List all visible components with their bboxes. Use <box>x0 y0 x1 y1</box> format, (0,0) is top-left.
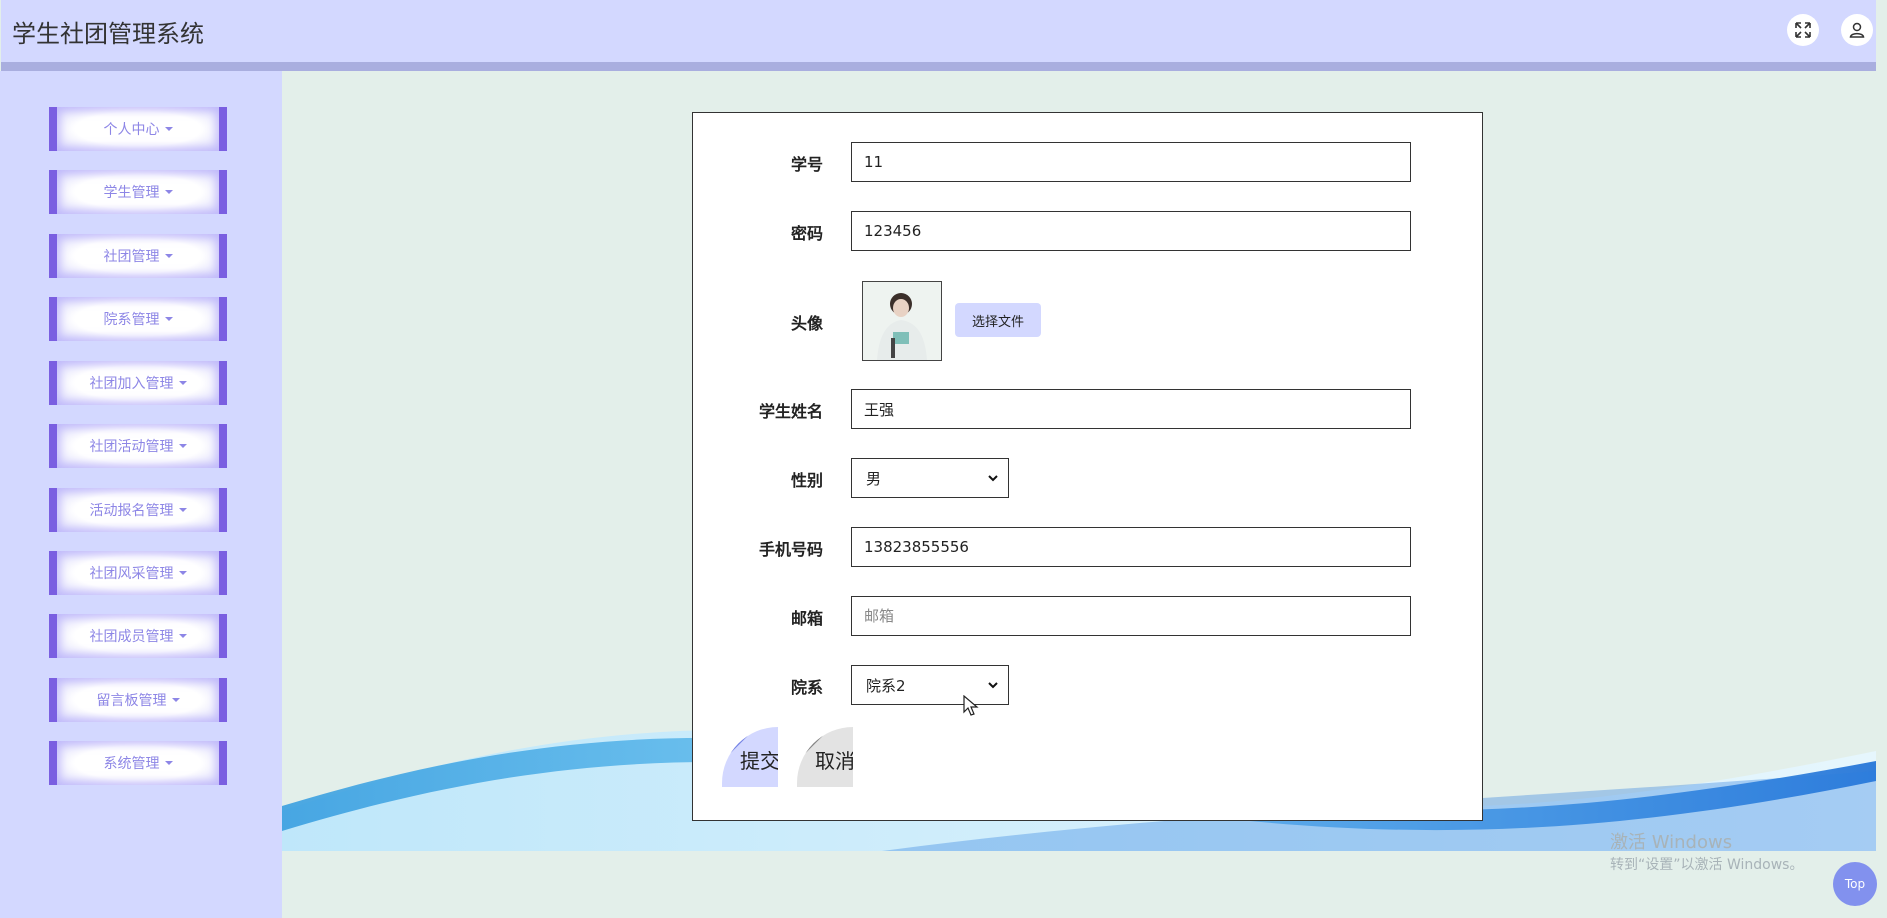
student-edit-form: 学号 密码 头像 选择文件 学生姓名 性别 男 手机号码 邮箱 院系 院系2 提… <box>692 112 1483 821</box>
sidebar-item-label: 活动报名管理 <box>89 503 174 519</box>
caret-down-icon <box>171 698 180 702</box>
password-field[interactable] <box>851 211 1411 251</box>
name-field[interactable] <box>851 389 1411 429</box>
chevron-down-icon <box>988 682 998 689</box>
sidebar-item-label: 社团风采管理 <box>89 566 174 582</box>
phone-label: 手机号码 <box>758 540 823 559</box>
cancel-button[interactable]: 取消 <box>797 727 853 787</box>
sidebar-item-personal-center[interactable]: 个人中心 <box>49 107 227 151</box>
user-menu-button[interactable] <box>1841 14 1873 46</box>
department-select-value: 院系2 <box>866 676 906 695</box>
caret-down-icon <box>164 190 173 194</box>
back-to-top-button[interactable]: Top <box>1833 862 1877 906</box>
sidebar-item-label: 院系管理 <box>103 312 160 328</box>
activation-watermark: 激活 Windows 转到“设置”以激活 Windows。 <box>1610 832 1803 876</box>
sidebar-item-students[interactable]: 学生管理 <box>49 170 227 214</box>
gender-select-value: 男 <box>866 469 882 488</box>
email-field[interactable] <box>851 596 1411 636</box>
sidebar-item-label: 系统管理 <box>103 756 160 772</box>
sidebar-item-club-join[interactable]: 社团加入管理 <box>49 361 227 405</box>
choose-file-button[interactable]: 选择文件 <box>955 303 1041 337</box>
gender-select[interactable]: 男 <box>851 458 1009 498</box>
header-divider <box>1 62 1876 71</box>
caret-down-icon <box>178 381 187 385</box>
expand-icon <box>1795 22 1811 38</box>
watermark-line1: 激活 Windows <box>1610 832 1733 853</box>
sidebar-item-departments[interactable]: 院系管理 <box>49 297 227 341</box>
sidebar-item-label: 社团管理 <box>103 249 160 265</box>
phone-field[interactable] <box>851 527 1411 567</box>
caret-down-icon <box>164 317 173 321</box>
caret-down-icon <box>178 508 187 512</box>
avatar-image <box>862 281 942 361</box>
submit-label: 提交 <box>740 749 778 773</box>
mouse-cursor-icon <box>963 695 979 716</box>
sidebar-item-label: 社团加入管理 <box>89 376 174 392</box>
caret-down-icon <box>164 254 173 258</box>
sidebar-item-club-members[interactable]: 社团成员管理 <box>49 614 227 658</box>
avatar-label: 头像 <box>790 314 823 333</box>
sidebar-item-system[interactable]: 系统管理 <box>49 741 227 785</box>
sidebar-item-message-board[interactable]: 留言板管理 <box>49 678 227 722</box>
app-title: 学生社团管理系统 <box>12 20 204 48</box>
sidebar-item-label: 留言板管理 <box>96 693 167 709</box>
caret-down-icon <box>178 634 187 638</box>
student-id-label: 学号 <box>790 155 823 174</box>
sidebar-item-label: 个人中心 <box>103 122 160 138</box>
caret-down-icon <box>164 761 173 765</box>
caret-down-icon <box>178 444 187 448</box>
sidebar-item-activity-signup[interactable]: 活动报名管理 <box>49 488 227 532</box>
sidebar-item-club-activities[interactable]: 社团活动管理 <box>49 424 227 468</box>
top-header: 学生社团管理系统 <box>1 0 1876 62</box>
user-icon <box>1849 22 1865 38</box>
department-label: 院系 <box>790 678 823 697</box>
name-label: 学生姓名 <box>758 402 823 421</box>
password-label: 密码 <box>790 224 823 243</box>
watermark-line2: 转到“设置”以激活 Windows。 <box>1610 857 1804 873</box>
sidebar-item-club-showcase[interactable]: 社团风采管理 <box>49 551 227 595</box>
sidebar-item-clubs[interactable]: 社团管理 <box>49 234 227 278</box>
sidebar-item-label: 学生管理 <box>103 185 160 201</box>
department-select[interactable]: 院系2 <box>851 665 1009 705</box>
caret-down-icon <box>164 127 173 131</box>
chevron-down-icon <box>988 475 998 482</box>
fullscreen-button[interactable] <box>1787 14 1819 46</box>
email-label: 邮箱 <box>790 609 823 628</box>
cancel-label: 取消 <box>815 749 853 773</box>
student-id-field[interactable] <box>851 142 1411 182</box>
avatar-photo <box>863 282 941 360</box>
caret-down-icon <box>178 571 187 575</box>
sidebar-item-label: 社团成员管理 <box>89 629 174 645</box>
submit-button[interactable]: 提交 <box>722 727 778 787</box>
sidebar: 个人中心 学生管理 社团管理 院系管理 社团加入管理 社团活动管理 活动报名管理… <box>0 71 282 918</box>
gender-label: 性别 <box>790 471 823 490</box>
sidebar-item-label: 社团活动管理 <box>89 439 174 455</box>
